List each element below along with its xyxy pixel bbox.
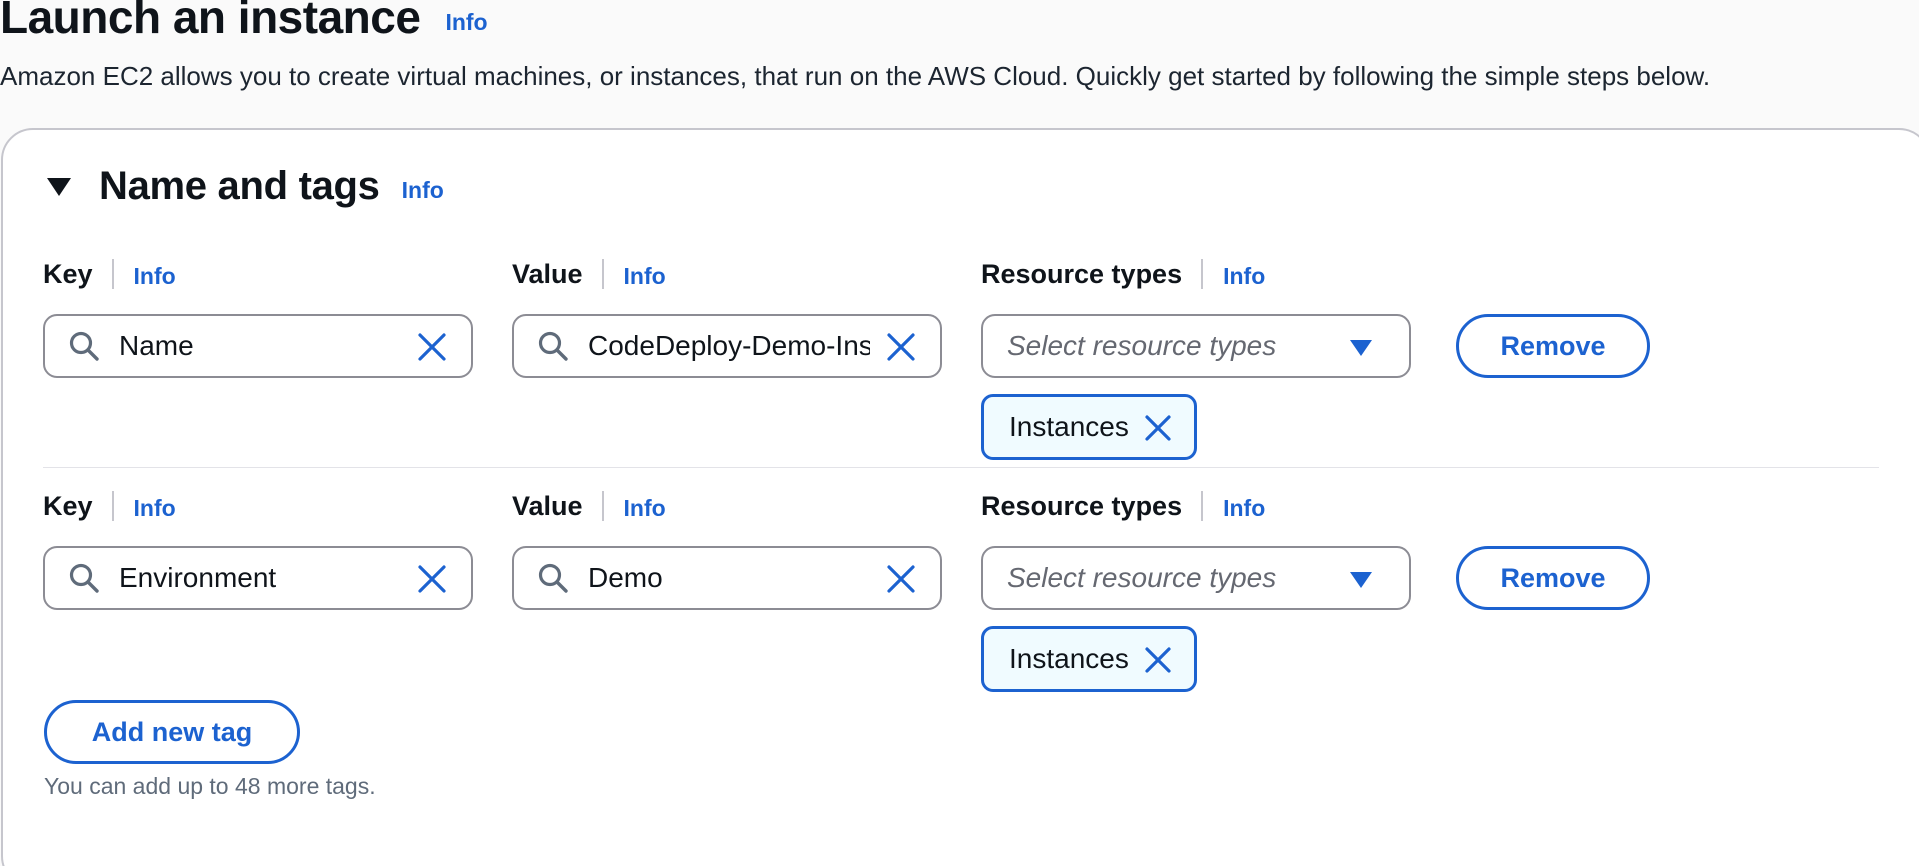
caret-down-icon bbox=[1350, 572, 1372, 588]
select-placeholder: Select resource types bbox=[1007, 562, 1277, 593]
page-description: Amazon EC2 allows you to create virtual … bbox=[0, 61, 1711, 91]
value-label-row: Value Info bbox=[512, 488, 942, 524]
search-icon bbox=[69, 331, 99, 361]
value-input-value[interactable]: Demo bbox=[588, 562, 888, 594]
close-icon[interactable] bbox=[1144, 646, 1172, 674]
close-icon[interactable] bbox=[417, 332, 447, 362]
search-icon bbox=[69, 563, 99, 593]
label-divider bbox=[111, 491, 114, 521]
label-divider bbox=[1201, 259, 1204, 289]
select-placeholder: Select resource types bbox=[1007, 330, 1277, 361]
key-input[interactable]: Name bbox=[43, 314, 473, 378]
section-title[interactable]: Name and tags bbox=[99, 164, 380, 209]
section-header: Name and tags Info bbox=[45, 164, 444, 209]
value-field: Value Info Demo bbox=[512, 488, 942, 610]
search-icon bbox=[538, 563, 568, 593]
resource-types-info-link[interactable]: Info bbox=[1223, 263, 1265, 290]
tag-row: Key Info Name Value Info CodeDeploy-Demo… bbox=[43, 256, 1879, 468]
value-field: Value Info CodeDeploy-Demo-Ins bbox=[512, 256, 942, 378]
page-header: Launch an instance Info Amazon EC2 allow… bbox=[0, 0, 1919, 92]
key-label-row: Key Info bbox=[43, 488, 473, 524]
add-new-tag-button[interactable]: Add new tag bbox=[44, 700, 300, 764]
close-icon[interactable] bbox=[886, 564, 916, 594]
caret-down-icon[interactable] bbox=[45, 175, 73, 199]
remove-tag-button[interactable]: Remove bbox=[1456, 314, 1650, 378]
resource-types-field: Resource types Info Select resource type… bbox=[981, 488, 1411, 692]
key-field: Key Info Name bbox=[43, 256, 473, 378]
resource-types-label-row: Resource types Info bbox=[981, 256, 1411, 292]
label-divider bbox=[601, 259, 604, 289]
resource-types-label: Resource types bbox=[981, 490, 1183, 521]
value-info-link[interactable]: Info bbox=[624, 495, 666, 522]
value-input[interactable]: Demo bbox=[512, 546, 942, 610]
section-info-link[interactable]: Info bbox=[402, 177, 444, 204]
label-divider bbox=[1201, 491, 1204, 521]
value-label-row: Value Info bbox=[512, 256, 942, 292]
key-info-link[interactable]: Info bbox=[134, 263, 176, 290]
caret-down-icon bbox=[1350, 340, 1372, 356]
key-info-link[interactable]: Info bbox=[134, 495, 176, 522]
key-input[interactable]: Environment bbox=[43, 546, 473, 610]
key-input-value[interactable]: Environment bbox=[119, 562, 419, 594]
resource-types-field: Resource types Info Select resource type… bbox=[981, 256, 1411, 460]
resource-types-select[interactable]: Select resource types bbox=[981, 314, 1411, 378]
search-icon bbox=[538, 331, 568, 361]
key-field: Key Info Environment bbox=[43, 488, 473, 610]
key-label: Key bbox=[43, 490, 93, 521]
label-divider bbox=[601, 491, 604, 521]
close-icon[interactable] bbox=[417, 564, 447, 594]
page-info-link[interactable]: Info bbox=[445, 9, 487, 36]
resource-types-label: Resource types bbox=[981, 258, 1183, 289]
label-divider bbox=[111, 259, 114, 289]
key-label: Key bbox=[43, 258, 93, 289]
value-info-link[interactable]: Info bbox=[624, 263, 666, 290]
name-and-tags-panel: Name and tags Info Key Info Name Value I… bbox=[1, 128, 1919, 866]
resource-type-token: Instances bbox=[981, 626, 1197, 692]
token-label: Instances bbox=[1009, 411, 1129, 442]
token-label: Instances bbox=[1009, 643, 1129, 674]
value-input[interactable]: CodeDeploy-Demo-Ins bbox=[512, 314, 942, 378]
resource-types-label-row: Resource types Info bbox=[981, 488, 1411, 524]
remove-tag-button[interactable]: Remove bbox=[1456, 546, 1650, 610]
page-title: Launch an instance bbox=[0, 0, 421, 43]
key-input-value[interactable]: Name bbox=[119, 330, 419, 362]
value-label: Value bbox=[512, 258, 583, 289]
close-icon[interactable] bbox=[886, 332, 916, 362]
resource-type-token: Instances bbox=[981, 394, 1197, 460]
value-input-value[interactable]: CodeDeploy-Demo-Ins bbox=[588, 330, 870, 362]
tag-row: Key Info Environment Value Info Demo Res… bbox=[43, 488, 1879, 700]
close-icon[interactable] bbox=[1144, 414, 1172, 442]
page-title-row: Launch an instance Info bbox=[0, 0, 1919, 46]
resource-types-select[interactable]: Select resource types bbox=[981, 546, 1411, 610]
resource-types-info-link[interactable]: Info bbox=[1223, 495, 1265, 522]
tag-limit-hint: You can add up to 48 more tags. bbox=[44, 773, 376, 799]
key-label-row: Key Info bbox=[43, 256, 473, 292]
value-label: Value bbox=[512, 490, 583, 521]
